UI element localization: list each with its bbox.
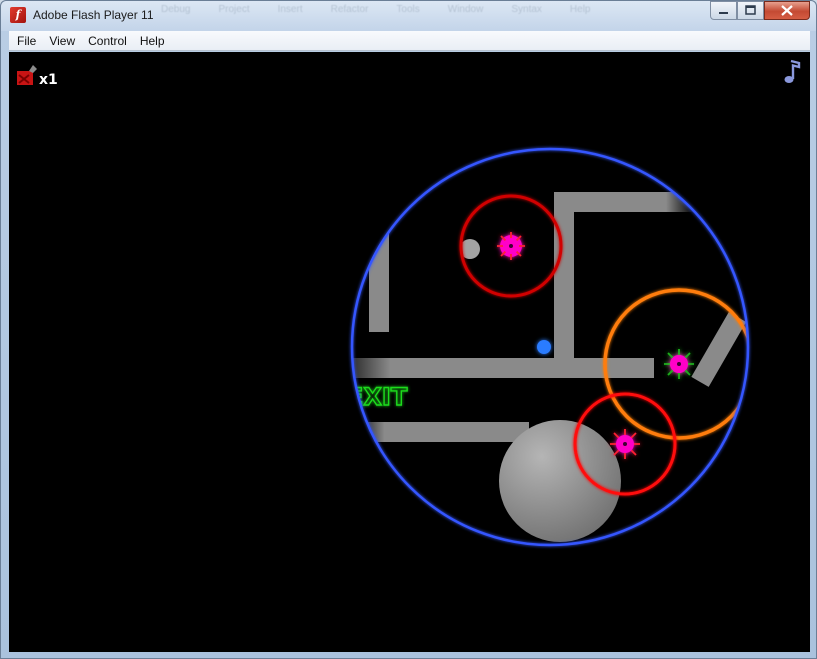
maximize-icon bbox=[745, 5, 756, 15]
menu-control[interactable]: Control bbox=[83, 34, 132, 48]
menu-bar: File View Control Help bbox=[9, 31, 810, 51]
close-button[interactable] bbox=[764, 1, 810, 20]
window-title: Adobe Flash Player 11 bbox=[33, 8, 154, 22]
minimize-icon bbox=[719, 12, 728, 14]
window-controls bbox=[710, 1, 810, 20]
ghost-menu-item: Window bbox=[447, 4, 484, 15]
ghost-menu-item: Debug bbox=[161, 4, 191, 15]
ghost-menu-item: Help bbox=[569, 4, 591, 15]
flash-player-icon: f bbox=[10, 7, 26, 23]
visible-area: EXIT bbox=[352, 192, 748, 542]
wall bbox=[359, 422, 529, 442]
lives-indicator: x1 bbox=[15, 63, 58, 87]
boulder bbox=[499, 420, 621, 542]
ghost-menu-item: Refactor bbox=[330, 4, 369, 15]
wall bbox=[554, 192, 574, 358]
bomb-icon bbox=[17, 65, 37, 85]
lives-count: x1 bbox=[39, 72, 58, 88]
ghost-menu-item: Project bbox=[218, 4, 250, 15]
minimize-button[interactable] bbox=[710, 1, 737, 20]
turret-enemy bbox=[497, 232, 525, 260]
music-note-icon[interactable] bbox=[779, 59, 803, 85]
ghost-menu-item: Syntax bbox=[511, 4, 542, 15]
close-icon bbox=[781, 5, 793, 16]
title-bar[interactable]: f Adobe Flash Player 11 Debug Project In… bbox=[1, 1, 816, 31]
maximize-button[interactable] bbox=[737, 1, 764, 20]
background-window-menu: Debug Project Insert Refactor Tools Wind… bbox=[161, 4, 591, 15]
player-orb bbox=[537, 340, 551, 354]
menu-view[interactable]: View bbox=[44, 34, 80, 48]
turret-enemy bbox=[610, 429, 640, 459]
app-window: f Adobe Flash Player 11 Debug Project In… bbox=[0, 0, 817, 659]
ghost-menu-item: Insert bbox=[277, 4, 303, 15]
menu-file[interactable]: File bbox=[12, 34, 41, 48]
ghost-menu-item: Tools bbox=[396, 4, 420, 15]
game-canvas[interactable]: EXIT bbox=[9, 52, 810, 652]
wall bbox=[554, 192, 694, 212]
game-stage[interactable]: EXIT x1 bbox=[9, 52, 810, 652]
wall bbox=[691, 311, 747, 387]
turret-enemy bbox=[664, 349, 694, 379]
menu-help[interactable]: Help bbox=[135, 34, 170, 48]
